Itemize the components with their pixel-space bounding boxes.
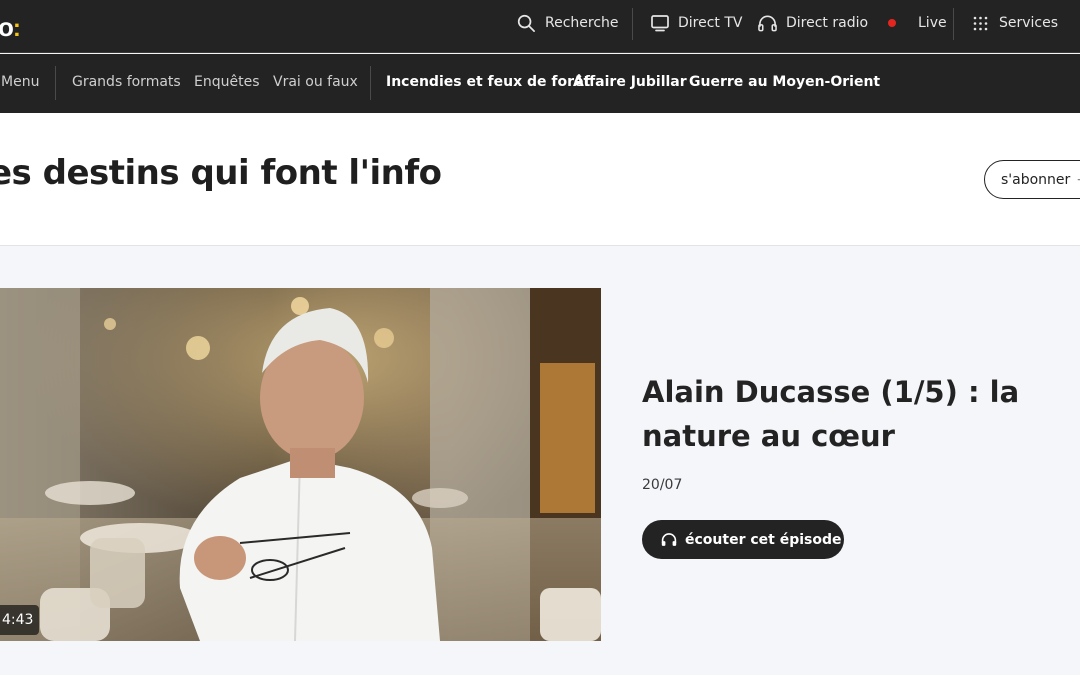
topic-moyen-orient[interactable]: Guerre au Moyen-Orient (689, 54, 880, 110)
divider (632, 8, 633, 40)
listen-label: écouter cet épisode (685, 531, 842, 548)
nav-item-grands-formats[interactable]: Grands formats (72, 54, 181, 110)
subscribe-button[interactable]: s'abonner + (984, 160, 1080, 199)
topic-affaire-jubillar[interactable]: Affaire Jubillar (573, 54, 687, 110)
menu-label: Menu (1, 74, 40, 90)
live-label: Live (918, 15, 947, 31)
listen-episode-button[interactable]: écouter cet épisode (642, 520, 844, 559)
nav-item-label: Vrai ou faux (273, 74, 358, 90)
episode-date: 20/07 (642, 477, 683, 493)
search-link[interactable]: Recherche (517, 0, 619, 46)
direct-radio-link[interactable]: Direct radio (758, 0, 868, 46)
grid-icon (973, 16, 988, 30)
services-label: Services (999, 15, 1059, 31)
divider (55, 66, 56, 100)
logo-dots: : (12, 15, 21, 42)
chef-portrait-image (0, 288, 601, 641)
tv-icon (651, 14, 669, 31)
duration-badge: 4:43 (0, 605, 40, 635)
divider (953, 8, 954, 40)
episode-title[interactable]: Alain Ducasse (1/5) : la nature au cœur (642, 370, 1062, 458)
topic-incendies[interactable]: Incendies et feux de forêt (386, 54, 590, 110)
section-nav: Menu Grands formats Enquêtes Vrai ou fau… (0, 54, 1080, 113)
nav-item-enquetes[interactable]: Enquêtes (194, 54, 260, 110)
page-title: es destins qui font l'info (0, 153, 442, 193)
direct-radio-label: Direct radio (786, 15, 869, 31)
menu-button[interactable]: Menu (1, 54, 39, 110)
live-link[interactable]: Live (888, 0, 947, 46)
search-label: Recherche (545, 15, 619, 31)
topic-label: Incendies et feux de forêt (386, 74, 591, 90)
nav-item-vrai-ou-faux[interactable]: Vrai ou faux (273, 54, 358, 110)
divider (370, 66, 371, 100)
topic-label: Guerre au Moyen-Orient (689, 74, 881, 90)
services-menu[interactable]: Services (973, 0, 1058, 46)
nav-item-label: Grands formats (72, 74, 181, 90)
site-logo[interactable]: o: (0, 12, 21, 43)
nav-item-label: Enquêtes (194, 74, 260, 90)
subscribe-label: s'abonner (1001, 171, 1071, 188)
live-dot-icon (888, 19, 896, 27)
logo-text: o (0, 12, 14, 42)
search-icon (517, 14, 535, 32)
topic-label: Affaire Jubillar (573, 74, 687, 90)
episode-image[interactable] (0, 288, 601, 641)
direct-tv-link[interactable]: Direct TV (651, 0, 743, 46)
duration-label: 4:43 (2, 612, 34, 628)
plus-icon: + (1076, 172, 1080, 188)
headphones-icon (758, 15, 777, 32)
headphones-icon (661, 533, 677, 546)
direct-tv-label: Direct TV (678, 15, 743, 31)
top-bar: o: Recherche Direct TV Direct radio Live… (0, 0, 1080, 53)
podcast-header: es destins qui font l'info s'abonner + (0, 113, 1080, 246)
